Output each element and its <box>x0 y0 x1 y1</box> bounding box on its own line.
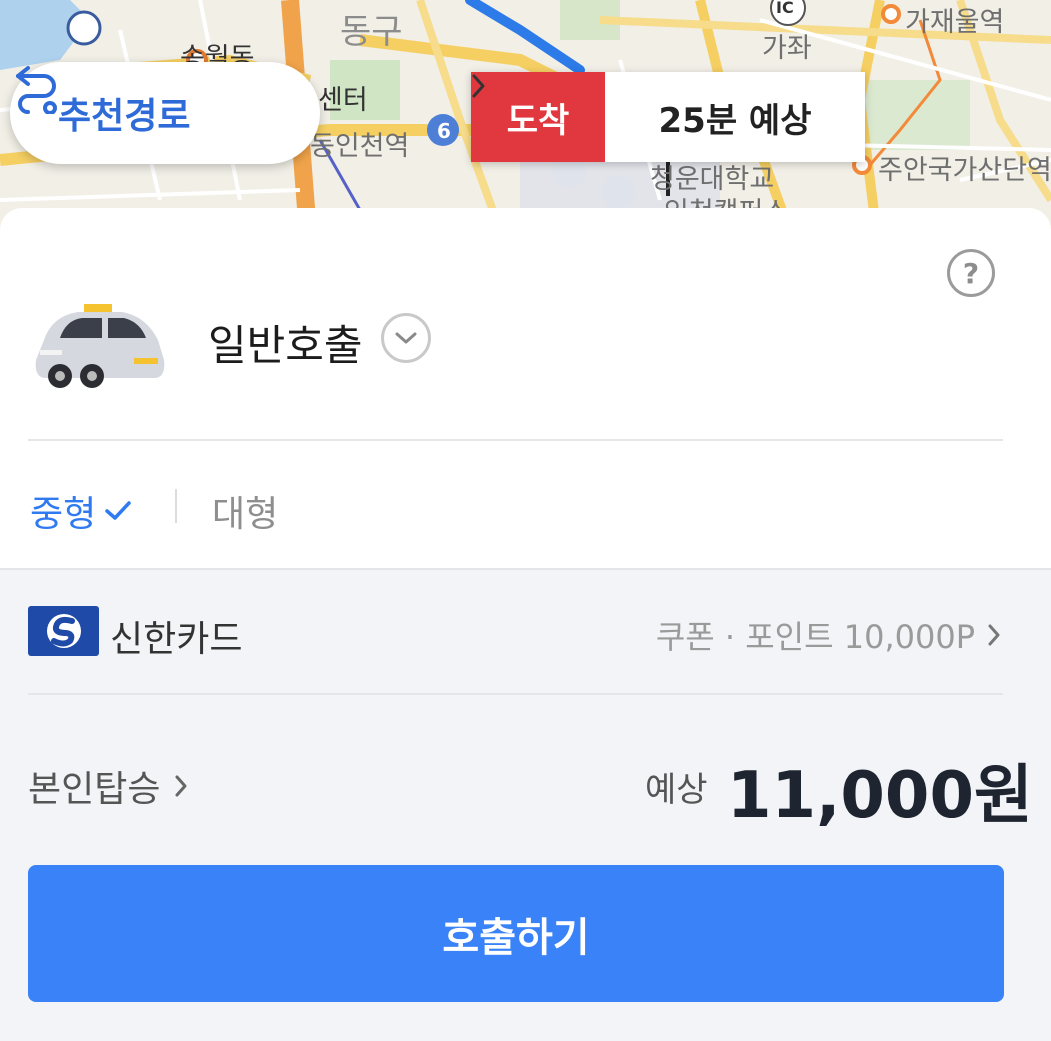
map-label-juan-industrial: 주안국가산단역 <box>878 155 1051 186</box>
coupon-points-text: 쿠폰 · 포인트 10,000P <box>655 618 975 656</box>
recommended-route-label: 추천경로 <box>58 96 191 137</box>
help-icon[interactable]: ? <box>947 249 995 297</box>
arrival-tag: 도착 <box>471 72 605 162</box>
map-label-donggu: 동구 <box>340 12 403 52</box>
chevron-right-icon <box>472 74 485 98</box>
coupon-points-button[interactable]: 쿠폰 · 포인트 10,000P <box>656 612 1001 658</box>
ic-badge: IC <box>776 0 794 17</box>
fare-label: 예상 <box>645 770 708 810</box>
map-label-gajae-station: 가재울역 <box>905 7 1005 38</box>
map-label-dongincheon-station: 동인천역 <box>310 131 410 162</box>
recommended-route-button[interactable]: 추천경로 <box>10 62 320 164</box>
arrival-eta-text: 25분 예상 <box>658 100 812 141</box>
divider <box>28 693 1003 695</box>
service-dropdown-button[interactable] <box>381 313 431 363</box>
divider <box>28 439 1003 441</box>
fare-value: 11,000원 <box>727 759 1033 833</box>
size-option-medium[interactable]: 중형 <box>30 485 132 537</box>
chevron-right-icon <box>988 624 1000 646</box>
service-name[interactable]: 일반호출 <box>208 312 363 373</box>
shinhan-logo-icon <box>46 614 81 648</box>
taxi-call-screen: 동구 송월동 센터 동인천역 6 IC 가좌 가재울역 청운대학교 인천캠퍼스 … <box>0 0 1051 1041</box>
size-option-large[interactable]: 대형 <box>212 485 278 537</box>
rider-selector[interactable]: 본인탑승 <box>28 760 188 812</box>
map-label-center: 센터 <box>318 85 368 116</box>
chevron-down-icon <box>395 332 417 344</box>
route-icon <box>16 66 57 114</box>
rider-label: 본인탑승 <box>28 769 161 810</box>
arrival-eta-banner[interactable]: 도착 25분 예상 <box>471 72 865 162</box>
check-icon <box>105 501 131 520</box>
chevron-right-icon <box>175 775 187 797</box>
payment-card-name[interactable]: 신한카드 <box>110 610 242 662</box>
call-taxi-button[interactable]: 호출하기 <box>28 865 1004 1002</box>
taxi-icon <box>35 304 165 388</box>
arrival-eta: 25분 예상 <box>472 72 865 162</box>
size-medium-label: 중형 <box>30 494 97 535</box>
shinhan-card-logo <box>28 606 99 656</box>
route-number-badge: 6 <box>437 119 451 143</box>
map-label-gaja: 가좌 <box>762 33 812 64</box>
section-divider <box>0 568 1051 570</box>
size-separator <box>175 489 177 523</box>
